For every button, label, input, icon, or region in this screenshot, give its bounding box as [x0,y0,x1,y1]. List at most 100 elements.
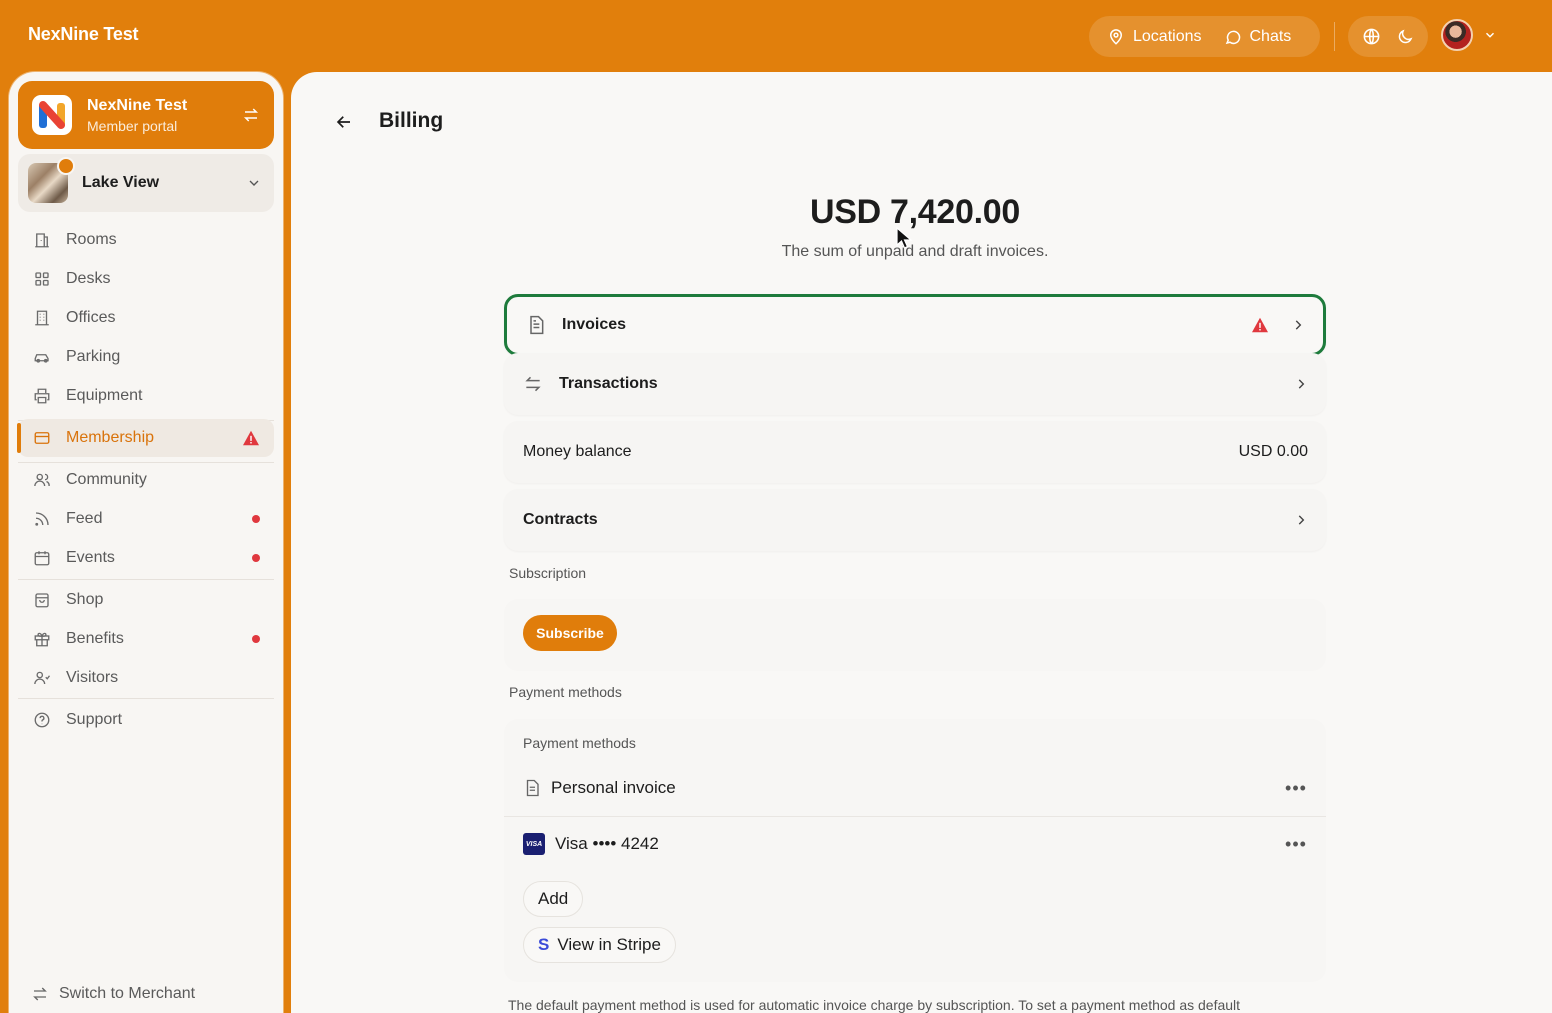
globe-icon[interactable] [1362,27,1381,46]
payment-method-label: Personal invoice [551,778,676,797]
map-pin-icon [1109,28,1123,45]
sidebar-item-label: Offices [66,309,116,326]
chats-link[interactable]: Chats [1216,16,1300,57]
visa-card-icon: VISA [523,833,545,855]
document-icon [525,314,547,336]
sidebar-item-community[interactable]: Community [18,461,274,499]
transactions-label: Transactions [559,375,658,392]
warning-icon [1252,317,1268,333]
sidebar-item-events[interactable]: Events [18,539,274,577]
org-logo [32,95,72,135]
location-name: Lake View [82,174,160,191]
sidebar-item-feed[interactable]: Feed [18,500,274,538]
calendar-icon [32,548,52,568]
org-subtitle: Member portal [87,117,178,134]
total-amount: USD 7,420.00 [810,193,1020,231]
money-balance-value: USD 0.00 [1238,443,1308,460]
sidebar-item-label: Support [66,711,123,728]
help-icon [32,710,52,730]
sidebar-item-support[interactable]: Support [18,701,274,739]
more-options-icon[interactable]: ••• [1284,832,1308,856]
back-button[interactable] [332,110,356,134]
sidebar-item-label: Parking [66,348,121,365]
sidebar-item-label: Events [66,549,115,566]
subscription-section-label: Subscription [509,565,587,581]
document-icon [526,779,539,797]
top-icon-pill [1348,16,1428,57]
invoices-row[interactable]: Invoices [504,294,1326,356]
payment-methods-section-label: Payment methods [509,684,622,700]
rooms-icon [32,230,52,250]
sidebar-item-equipment[interactable]: Equipment [18,377,274,415]
subscribe-button[interactable]: Subscribe [523,615,617,651]
sidebar-item-label: Membership [66,429,155,446]
chevron-down-icon [1485,32,1495,38]
location-selector[interactable]: Lake View [18,154,274,212]
sidebar-item-label: Desks [66,270,111,287]
user-menu[interactable] [1441,19,1497,51]
sidebar-item-benefits[interactable]: Benefits [18,620,274,658]
sidebar-item-label: Feed [66,510,103,527]
switch-merchant-label: Switch to Merchant [59,985,196,1002]
visitors-icon [32,668,52,688]
contracts-row[interactable]: Contracts [504,489,1326,551]
chevron-right-icon [1295,320,1302,330]
card-icon [32,428,52,448]
location-image [28,157,75,203]
brand-title: NexNine Test [28,24,139,44]
desks-icon [32,269,52,289]
view-in-stripe-button[interactable]: S View in Stripe [523,927,676,963]
avatar [1441,19,1473,51]
chevron-right-icon [1298,379,1305,389]
sidebar-item-desks[interactable]: Desks [18,260,274,298]
payment-method-label: Visa •••• 4242 [555,834,659,853]
moon-icon[interactable] [1396,28,1414,46]
nav-separator [18,698,274,699]
mouse-cursor-icon [896,227,913,249]
sidebar-item-offices[interactable]: Offices [18,299,274,337]
transactions-row[interactable]: Transactions [504,353,1326,415]
gift-icon [32,629,52,649]
sidebar-item-membership[interactable]: Membership [17,419,274,457]
contracts-label: Contracts [523,511,598,528]
add-payment-method-button[interactable]: Add [523,881,584,917]
sidebar-item-parking[interactable]: Parking [18,338,274,376]
subscription-card: Subscribe [504,599,1326,671]
sidebar-item-label: Benefits [66,630,124,647]
arrow-left-icon [336,116,350,128]
payment-method-item: VISA Visa •••• 4242 ••• [523,824,1308,864]
total-amount-note: The sum of unpaid and draft invoices. [781,243,1049,260]
money-balance-row: Money balance USD 0.00 [504,421,1326,483]
car-icon [32,347,52,367]
chats-label: Chats [1249,27,1292,45]
sidebar-item-rooms[interactable]: Rooms [18,221,274,259]
people-icon [32,470,52,490]
view-in-stripe-label: View in Stripe [557,935,661,954]
locations-link[interactable]: Locations [1099,16,1210,57]
invoices-label: Invoices [562,316,627,333]
notification-dot [252,635,260,643]
payment-methods-footnote: The default payment method is used for a… [508,997,1241,1013]
sidebar-item-label: Rooms [66,231,117,248]
notification-dot [252,554,260,562]
top-nav-pill: Locations Chats [1089,16,1320,57]
top-bar: NexNine Test Locations Chats [0,0,1552,72]
location-badge [57,157,75,175]
sidebar-item-visitors[interactable]: Visitors [18,659,274,697]
rss-icon [32,509,52,529]
more-options-icon[interactable]: ••• [1284,776,1308,800]
sidebar-item-shop[interactable]: Shop [18,581,274,619]
sidebar: NexNine Test Member portal Lake View Roo… [9,72,283,1013]
org-name: NexNine Test [87,96,188,114]
org-switcher[interactable]: NexNine Test Member portal [18,81,274,149]
chevron-right-icon [1298,515,1305,525]
notification-dot [252,515,260,523]
swap-arrows-icon [243,108,259,122]
locations-label: Locations [1133,27,1202,45]
money-balance-label: Money balance [523,443,632,460]
payment-method-separator [504,816,1326,817]
sidebar-item-label: Equipment [66,387,143,404]
swap-arrows-icon [33,987,47,1001]
switch-to-merchant-link[interactable]: Switch to Merchant [31,985,195,1003]
swap-arrows-icon [522,373,544,395]
